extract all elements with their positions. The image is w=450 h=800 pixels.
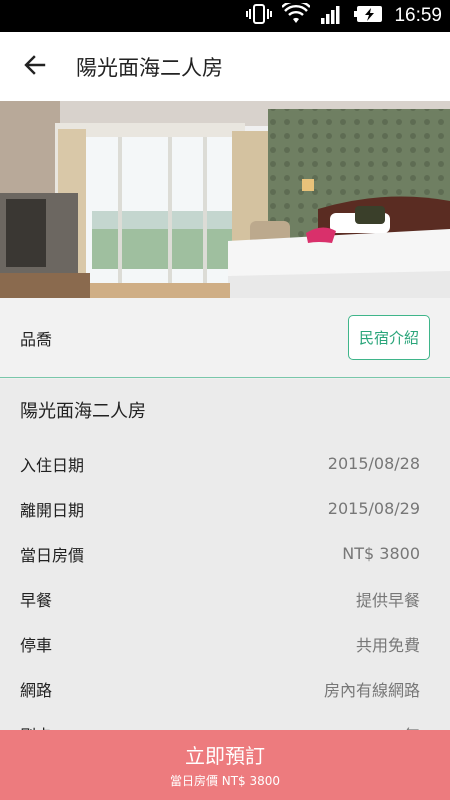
status-bar: 16:59 bbox=[0, 0, 450, 32]
hotel-name: 品喬 bbox=[20, 329, 53, 349]
signal-icon bbox=[320, 3, 344, 29]
detail-row-card: 刷卡 無 bbox=[0, 711, 450, 731]
detail-label: 當日房價 bbox=[20, 545, 85, 565]
back-button[interactable] bbox=[0, 32, 70, 101]
detail-label: 早餐 bbox=[20, 590, 53, 610]
book-now-button[interactable]: 立即預訂 當日房價 NT$ 3800 bbox=[0, 730, 450, 800]
detail-label: 停車 bbox=[20, 635, 53, 655]
detail-label: 網路 bbox=[20, 680, 53, 700]
detail-value: 無 bbox=[404, 722, 420, 731]
arrow-left-icon bbox=[23, 53, 47, 81]
room-photo bbox=[0, 101, 450, 298]
detail-row-checkin: 入住日期 2015/08/28 bbox=[0, 441, 450, 486]
status-time: 16:59 bbox=[394, 5, 442, 26]
detail-row-checkout: 離開日期 2015/08/29 bbox=[0, 486, 450, 531]
detail-value: 2015/08/29 bbox=[327, 499, 420, 518]
detail-value: 2015/08/28 bbox=[327, 454, 420, 473]
wifi-icon bbox=[281, 0, 312, 29]
detail-value: 提供早餐 bbox=[355, 590, 420, 610]
daily-price-text: 當日房價 NT$ 3800 bbox=[169, 773, 281, 788]
detail-label: 入住日期 bbox=[20, 455, 85, 475]
app-bar: 陽光面海二人房 bbox=[0, 32, 450, 101]
detail-value: 共用免費 bbox=[355, 635, 420, 655]
detail-label: 離開日期 bbox=[20, 500, 85, 520]
detail-label: 刷卡 bbox=[20, 722, 52, 731]
hotel-row: 品喬 民宿介紹 bbox=[0, 298, 450, 378]
bnb-intro-button[interactable]: 民宿介紹 bbox=[347, 315, 430, 360]
room-details: 陽光面海二人房 入住日期 2015/08/28 離開日期 2015/08/29 … bbox=[0, 379, 450, 730]
detail-row-internet: 網路 房內有線網路 bbox=[0, 666, 450, 711]
room-name: 陽光面海二人房 bbox=[20, 401, 146, 422]
detail-row-breakfast: 早餐 提供早餐 bbox=[0, 576, 450, 621]
detail-value: 房內有線網路 bbox=[323, 680, 420, 700]
book-now-label: 立即預訂 bbox=[185, 743, 265, 768]
detail-value: NT$ 3800 bbox=[342, 544, 420, 563]
battery-icon bbox=[354, 5, 384, 27]
detail-row-price: 當日房價 NT$ 3800 bbox=[0, 531, 450, 576]
detail-row-parking: 停車 共用免費 bbox=[0, 621, 450, 666]
vibrate-icon bbox=[246, 3, 273, 29]
page-title: 陽光面海二人房 bbox=[76, 55, 223, 80]
